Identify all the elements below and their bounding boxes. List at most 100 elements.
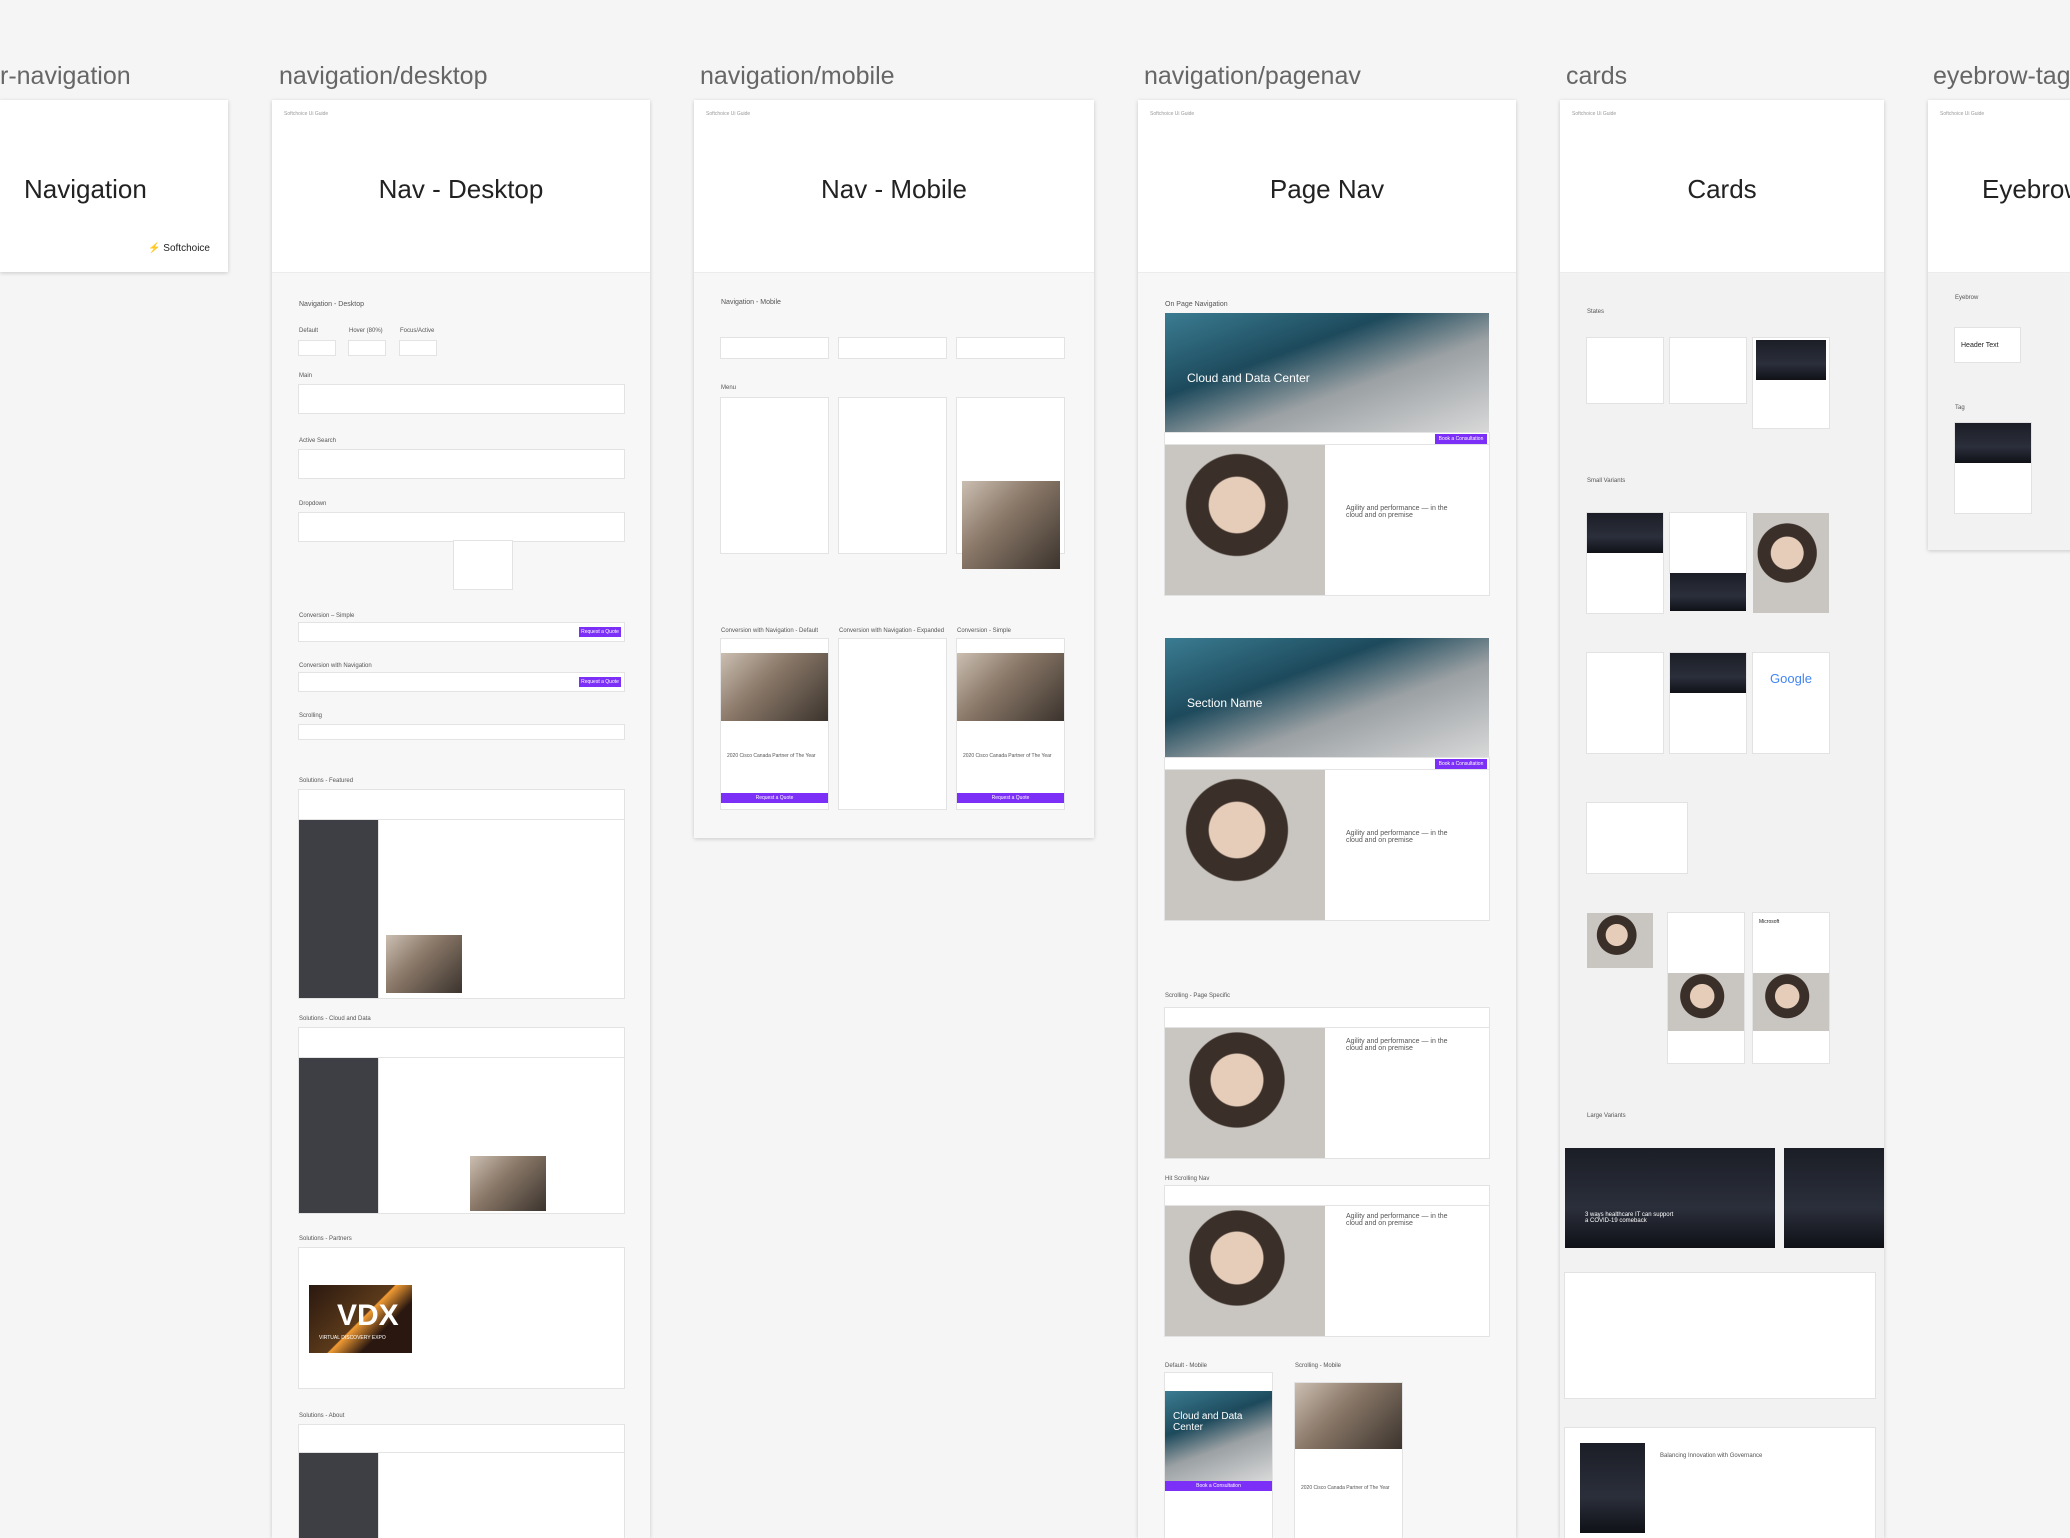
- person-card-1[interactable]: [1587, 913, 1653, 968]
- frame-title: Cards: [1687, 174, 1757, 204]
- state-default: Default: [299, 328, 319, 334]
- mobile-conv-photo-3: [957, 653, 1064, 721]
- mobile-nav-scrolling[interactable]: [839, 338, 946, 358]
- frame-label-eyebrow: eyebrow-tag: [1933, 62, 2070, 90]
- book-consultation-button-2[interactable]: Book a Consultation: [1435, 759, 1487, 769]
- person-photo-3: [1753, 973, 1829, 1031]
- book-consultation-button-1[interactable]: Book a Consultation: [1435, 434, 1487, 444]
- frame-body: On Page Navigation Cloud and Data Center…: [1138, 273, 1516, 1538]
- mobile-headline-1: 2020 Cisco Canada Partner of The Year: [727, 753, 816, 759]
- mobile-menu-photo: [962, 481, 1060, 569]
- eyebrow-label: Eyebrow: [1955, 295, 1979, 301]
- frame-cards[interactable]: Softchoice Ui Guide Cards States Small V…: [1560, 100, 1884, 1538]
- cloud-sidebar[interactable]: [299, 1058, 379, 1213]
- dropdown-menu-mock[interactable]: [454, 541, 512, 589]
- request-quote-button-2[interactable]: Request a Quote: [579, 677, 621, 687]
- portrait-photo-1: [1165, 445, 1325, 595]
- hero-title-1: Cloud and Data Center: [1187, 371, 1310, 385]
- small-card-4[interactable]: [1587, 653, 1663, 753]
- frame-navigation[interactable]: Navigation ⚡ Softchoice: [0, 100, 228, 272]
- mobile-scrolling-photo: [1295, 1383, 1402, 1449]
- about-sidebar[interactable]: [299, 1453, 379, 1538]
- mobile-nav-search[interactable]: [957, 338, 1064, 358]
- large-card-2[interactable]: [1784, 1148, 1884, 1248]
- breadcrumb: Softchoice Ui Guide: [284, 111, 329, 117]
- content-heading-2: Agility and performance — in the cloud a…: [1346, 830, 1448, 844]
- portrait-photo-2: [1165, 770, 1325, 920]
- frame-page-nav[interactable]: Softchoice Ui Guide Page Nav On Page Nav…: [1138, 100, 1516, 1538]
- nav-search-mock[interactable]: [299, 450, 624, 478]
- small-card-2[interactable]: [1670, 513, 1746, 573]
- section-title: On Page Navigation: [1165, 301, 1228, 308]
- mobile-book-button[interactable]: Book a Consultation: [1165, 1481, 1272, 1491]
- request-quote-button[interactable]: Request a Quote: [579, 627, 621, 637]
- frame-header: Softchoice Ui Guide Eyebrow: [1928, 100, 2070, 273]
- frame-eyebrow[interactable]: Softchoice Ui Guide Eyebrow Eyebrow Head…: [1928, 100, 2070, 550]
- nav-featured-mock[interactable]: [299, 790, 624, 820]
- frame-title: Nav - Desktop: [378, 174, 544, 204]
- nav-main-mock[interactable]: [299, 385, 624, 413]
- logo-focus: [400, 341, 436, 355]
- row-label-dropdown: Dropdown: [299, 501, 327, 507]
- row-label-menu: Menu: [721, 385, 737, 391]
- large-card-title: 3 ways healthcare IT can support a COVID…: [1585, 1212, 1674, 1224]
- vdx-banner[interactable]: VDX VIRTUAL DISCOVERY EXPO: [309, 1285, 412, 1353]
- vdx-sub: VIRTUAL DISCOVERY EXPO: [319, 1335, 386, 1341]
- hero-title-2: Section Name: [1187, 696, 1263, 710]
- frame-header: Softchoice Ui Guide Nav - Mobile: [694, 100, 1094, 273]
- row-label-hit-scrolling: Hit Scrolling Nav: [1165, 1176, 1210, 1182]
- group-label-states: States: [1587, 309, 1605, 315]
- card-default[interactable]: [1587, 338, 1663, 403]
- brand-name: Softchoice: [163, 243, 210, 254]
- frame-label-mobile: navigation/mobile: [700, 62, 895, 90]
- mobile-menu-2[interactable]: [839, 398, 946, 553]
- mobile-quote-button-3[interactable]: Request a Quote: [957, 793, 1064, 803]
- google-logo: Google: [1770, 671, 1812, 686]
- cloud-photo: [470, 1156, 546, 1211]
- mobile-conv-expanded[interactable]: [839, 639, 946, 809]
- large-text-cards[interactable]: [1565, 1273, 1875, 1398]
- scrolling-nav-bar[interactable]: [1165, 1008, 1489, 1028]
- hit-scrolling-nav-bar[interactable]: [1165, 1186, 1489, 1206]
- featured-sidebar[interactable]: [299, 820, 379, 998]
- state-hover: Hover (80%): [349, 328, 383, 334]
- row-label-scrolling-page: Scrolling - Page Specific: [1165, 993, 1231, 999]
- wide-card[interactable]: [1587, 803, 1687, 873]
- softchoice-logo: ⚡ Softchoice: [148, 243, 210, 254]
- row-label-conv-simple: Conversion - Simple: [957, 628, 1012, 634]
- large-card-1[interactable]: 3 ways healthcare IT can support a COVID…: [1565, 1148, 1775, 1248]
- nav-scrolling-mock[interactable]: [299, 725, 624, 739]
- mobile-quote-button-1[interactable]: Request a Quote: [721, 793, 828, 803]
- logo-hover: [349, 341, 385, 355]
- mobile-hero: Cloud and Data Center: [1165, 1391, 1272, 1481]
- frame-nav-desktop[interactable]: Softchoice Ui Guide Nav - Desktop Naviga…: [272, 100, 650, 1538]
- row-label-solutions-cloud: Solutions - Cloud and Data: [299, 1016, 371, 1022]
- vdx-text: VDX: [337, 1299, 399, 1332]
- row-label-default-mobile: Default - Mobile: [1165, 1363, 1208, 1369]
- tag-card-photo: [1955, 423, 2031, 463]
- row-label-conversion-nav: Conversion with Navigation: [299, 663, 372, 669]
- breadcrumb: Softchoice Ui Guide: [1150, 111, 1195, 117]
- partner-card[interactable]: Google: [1753, 653, 1829, 753]
- frame-nav-mobile[interactable]: Softchoice Ui Guide Nav - Mobile Navigat…: [694, 100, 1094, 838]
- nav-cloud-mock[interactable]: [299, 1028, 624, 1058]
- featured-photo: [386, 935, 462, 993]
- group-label-small: Small Variants: [1587, 478, 1626, 484]
- group-label-large: Large Variants: [1587, 1113, 1626, 1119]
- row-label-conv-default: Conversion with Navigation - Default: [721, 628, 819, 634]
- nav-conversion-simple-mock[interactable]: [299, 623, 624, 641]
- nav-dropdown-mock[interactable]: [299, 513, 624, 541]
- section-title: Navigation - Desktop: [299, 301, 364, 308]
- portrait-photo-3: [1165, 1028, 1325, 1158]
- nav-about-mock[interactable]: [299, 1425, 624, 1453]
- portrait-photo-4: [1165, 1206, 1325, 1336]
- breadcrumb: Softchoice Ui Guide: [1572, 111, 1617, 117]
- mobile-nav-default[interactable]: [721, 338, 828, 358]
- hero-cloud: Cloud and Data Center: [1165, 313, 1489, 433]
- small-card-3[interactable]: [1753, 513, 1829, 613]
- nav-conversion-nav-mock[interactable]: [299, 673, 624, 691]
- frame-label-pagenav: navigation/pagenav: [1144, 62, 1361, 90]
- card-hover[interactable]: [1670, 338, 1746, 403]
- mobile-menu-1[interactable]: [721, 398, 828, 553]
- frame-header: Softchoice Ui Guide Page Nav: [1138, 100, 1516, 273]
